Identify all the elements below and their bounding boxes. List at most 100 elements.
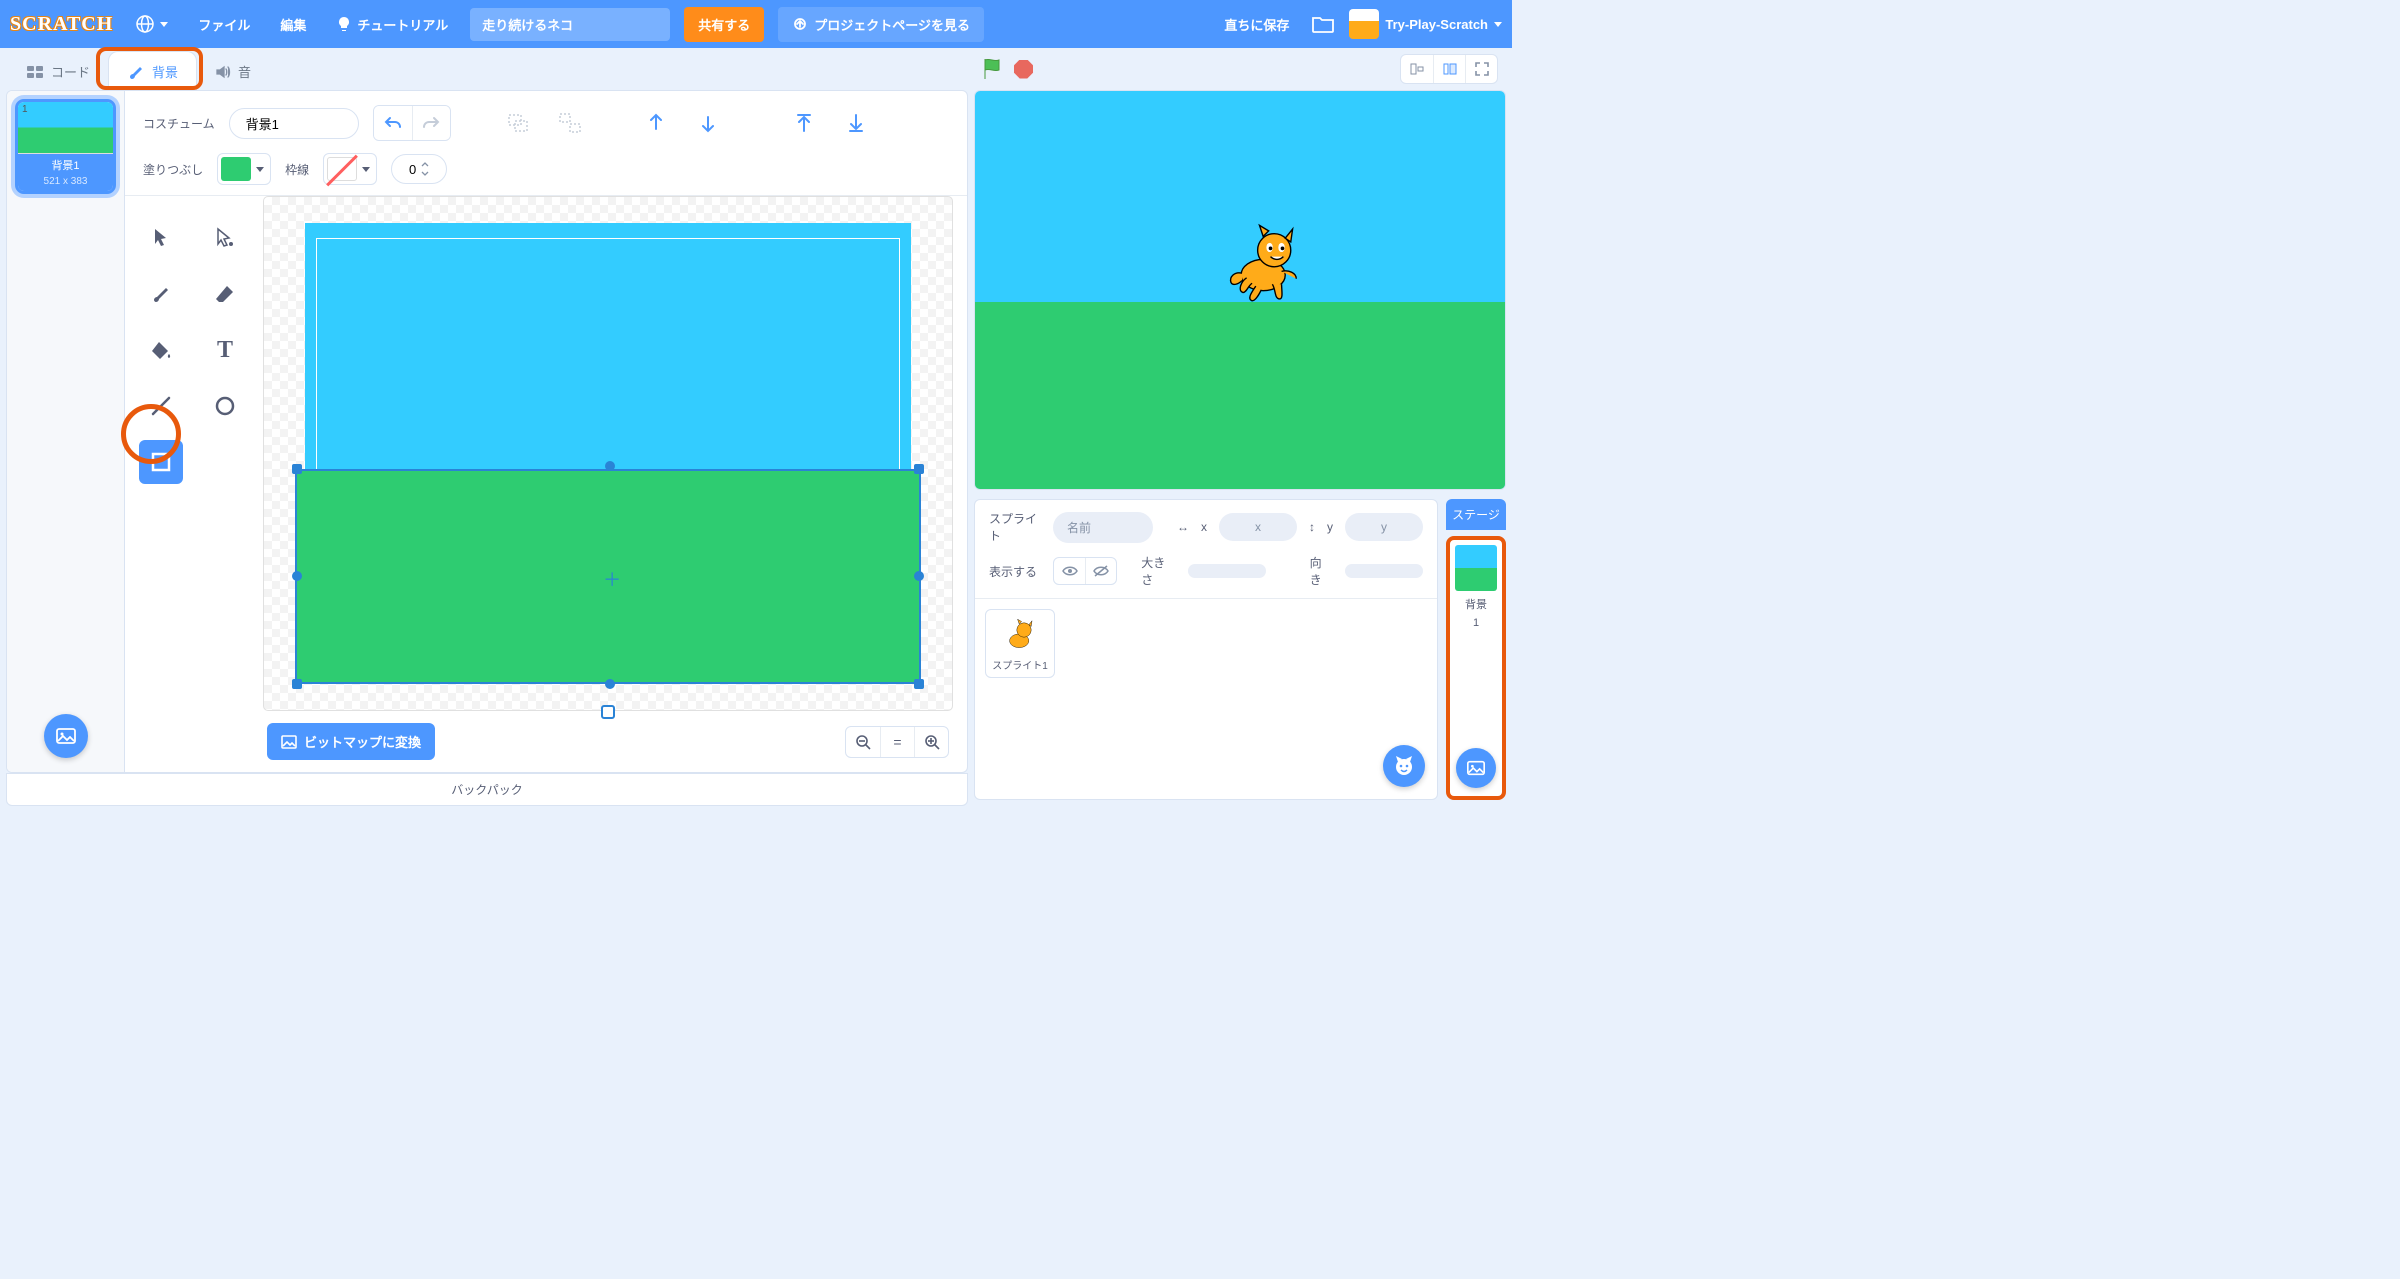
- tab-code[interactable]: コード: [8, 52, 108, 90]
- fill-color-picker[interactable]: [217, 153, 271, 185]
- x-input[interactable]: x: [1219, 513, 1297, 541]
- image-icon: [281, 734, 297, 750]
- small-stage-button[interactable]: [1401, 55, 1433, 83]
- outline-color-picker[interactable]: [323, 153, 377, 185]
- costume-name-input[interactable]: [229, 108, 359, 139]
- zoom-out-icon: [855, 734, 871, 750]
- show-label: 表示する: [989, 563, 1041, 580]
- share-button[interactable]: 共有する: [684, 7, 764, 42]
- project-title-input[interactable]: 走り続けるネコ: [470, 8, 670, 41]
- tab-sounds[interactable]: 音: [197, 52, 269, 90]
- zoom-out-button[interactable]: [846, 727, 880, 757]
- forward-icon: [648, 113, 664, 133]
- backdrop-list: 1 背景1 521 x 383: [7, 91, 125, 772]
- eraser-tool[interactable]: [203, 272, 247, 316]
- fill-swatch: [221, 157, 251, 181]
- front-button[interactable]: [785, 106, 823, 140]
- forward-button[interactable]: [637, 106, 675, 140]
- eraser-icon: [214, 284, 236, 304]
- show-button[interactable]: [1054, 558, 1085, 584]
- stage-size-toggle: [1400, 54, 1498, 84]
- see-project-page-button[interactable]: プロジェクトページを見る: [778, 7, 984, 42]
- code-icon: [26, 64, 44, 80]
- back-button[interactable]: [837, 106, 875, 140]
- stage[interactable]: [974, 90, 1506, 490]
- line-tool[interactable]: [139, 384, 183, 428]
- backdrop-thumbnail[interactable]: 1 背景1 521 x 383: [15, 99, 116, 194]
- brush-icon: [127, 64, 145, 80]
- group-button[interactable]: [499, 106, 537, 140]
- text-tool[interactable]: T: [203, 328, 247, 372]
- outline-width-input[interactable]: 0: [391, 154, 447, 184]
- mystuff-button[interactable]: [1311, 14, 1335, 34]
- external-icon: [792, 16, 808, 32]
- fill-tool[interactable]: [139, 328, 183, 372]
- selection-handle-tr[interactable]: [914, 464, 924, 474]
- tutorials-button[interactable]: チュートリアル: [328, 9, 456, 40]
- add-backdrop-stage-button[interactable]: [1456, 748, 1496, 788]
- tab-backdrops-label: 背景: [152, 62, 178, 81]
- selection-handle-tl[interactable]: [292, 464, 302, 474]
- stop-button[interactable]: [1014, 60, 1033, 79]
- zoom-in-button[interactable]: [914, 727, 948, 757]
- size-input[interactable]: [1188, 564, 1266, 578]
- green-flag-button[interactable]: [982, 57, 1004, 81]
- direction-input[interactable]: [1345, 564, 1423, 578]
- front-icon: [796, 113, 812, 133]
- select-tool[interactable]: [139, 216, 183, 260]
- stage-header[interactable]: ステージ: [1446, 499, 1506, 530]
- add-backdrop-button[interactable]: [44, 714, 88, 758]
- selection-handle-bc[interactable]: [605, 679, 615, 689]
- line-icon: [150, 395, 172, 417]
- selection-handle-ml[interactable]: [292, 571, 302, 581]
- oval-tool[interactable]: [203, 384, 247, 428]
- zoom-reset-button[interactable]: =: [880, 727, 914, 757]
- zoom-in-icon: [924, 734, 940, 750]
- selection-handle-tc[interactable]: [605, 461, 615, 471]
- tab-sounds-label: 音: [238, 62, 251, 81]
- redo-icon: [422, 116, 440, 130]
- stage-grass: [975, 302, 1505, 489]
- y-input[interactable]: y: [1345, 513, 1423, 541]
- redo-button[interactable]: [412, 106, 450, 140]
- brush-tool[interactable]: [139, 272, 183, 316]
- editor-tabs: コード 背景 音: [0, 48, 974, 90]
- undo-button[interactable]: [374, 106, 412, 140]
- paint-canvas[interactable]: ＋: [263, 196, 953, 711]
- y-label: y: [1327, 520, 1333, 534]
- backward-button[interactable]: [689, 106, 727, 140]
- costume-name-label: コスチューム: [143, 115, 215, 132]
- group-icon: [507, 113, 529, 133]
- selection-handle-bl[interactable]: [292, 679, 302, 689]
- sprite-name-input[interactable]: 名前: [1053, 512, 1153, 543]
- eye-icon: [1062, 565, 1078, 577]
- add-sprite-button[interactable]: [1383, 745, 1425, 787]
- language-menu[interactable]: [127, 8, 176, 40]
- file-menu[interactable]: ファイル: [190, 9, 258, 40]
- reshape-tool[interactable]: [203, 216, 247, 260]
- selection-handle-mr[interactable]: [914, 571, 924, 581]
- scratch-logo[interactable]: SCRATCH: [10, 13, 113, 36]
- tab-backdrops[interactable]: 背景: [108, 51, 197, 90]
- account-menu[interactable]: Try-Play-Scratch: [1349, 9, 1502, 39]
- tab-code-label: コード: [51, 62, 90, 81]
- scratch-cat-sprite[interactable]: [1219, 218, 1311, 310]
- stage-thumbnail[interactable]: 背景 1: [1446, 536, 1506, 800]
- backpack-toggle[interactable]: バックパック: [6, 773, 968, 806]
- large-stage-button[interactable]: [1433, 55, 1465, 83]
- rect-tool[interactable]: [139, 440, 183, 484]
- fullscreen-button[interactable]: [1465, 55, 1497, 83]
- outline-swatch: [327, 157, 357, 181]
- outline-label: 枠線: [285, 161, 309, 178]
- save-now-button[interactable]: 直ちに保存: [1216, 9, 1297, 40]
- sprite-tile-1[interactable]: スプライト1: [985, 609, 1055, 678]
- edit-menu[interactable]: 編集: [272, 9, 314, 40]
- convert-to-bitmap-button[interactable]: ビットマップに変換: [267, 723, 435, 760]
- ungroup-button[interactable]: [551, 106, 589, 140]
- paint-editor-header: コスチューム: [125, 91, 967, 196]
- hide-button[interactable]: [1085, 558, 1116, 584]
- rotation-handle[interactable]: [601, 705, 615, 719]
- selection-handle-br[interactable]: [914, 679, 924, 689]
- stage-thumb-preview: [1455, 545, 1497, 591]
- y-updown-icon: ↕: [1309, 520, 1315, 534]
